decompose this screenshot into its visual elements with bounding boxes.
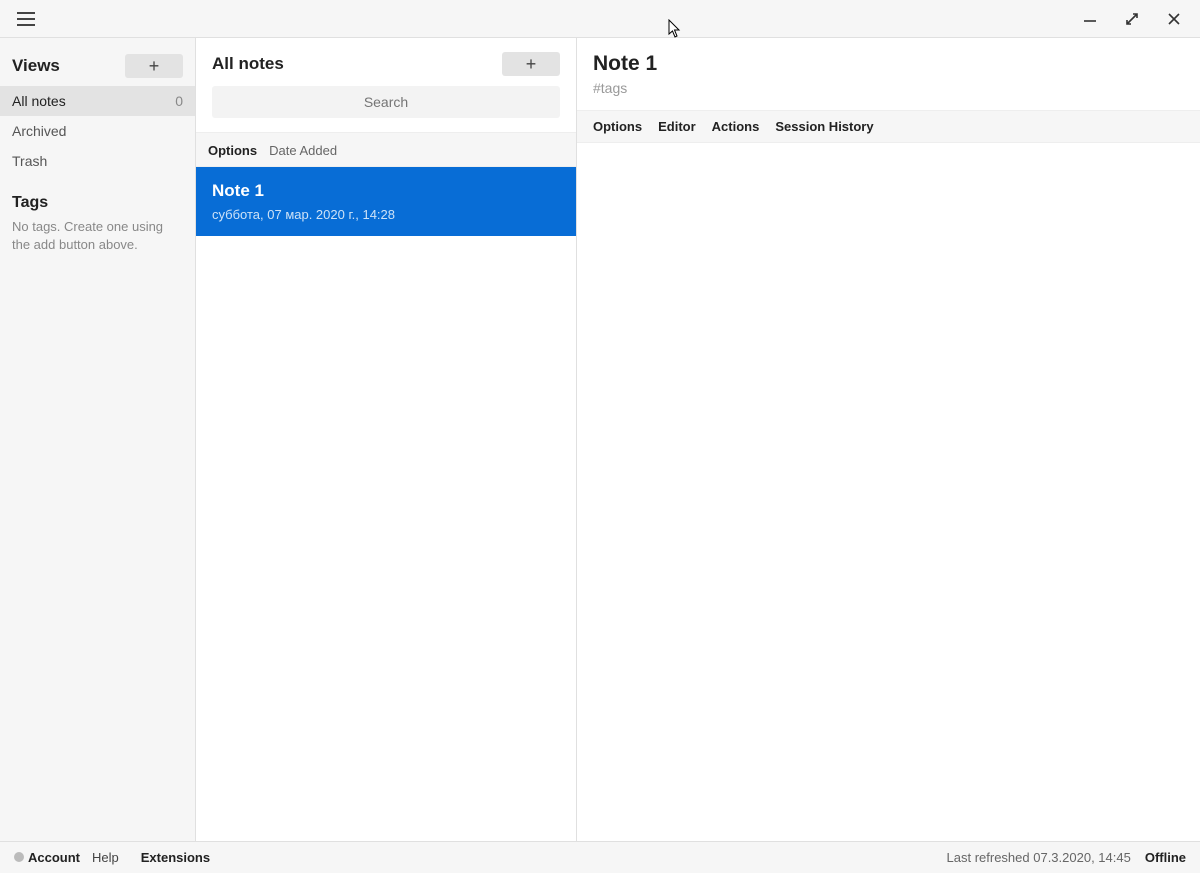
editor-toolbar: Options Editor Actions Session History: [577, 110, 1200, 143]
status-help[interactable]: Help: [92, 850, 119, 865]
search-input[interactable]: [212, 86, 560, 118]
close-icon[interactable]: [1162, 7, 1186, 31]
list-toolbar: Options Date Added: [196, 132, 576, 167]
statusbar: Account Help Extensions Last refreshed 0…: [0, 841, 1200, 873]
note-tags-input[interactable]: #tags: [593, 80, 1184, 96]
main: Views + All notes 0 Archived Trash Tags …: [0, 38, 1200, 841]
editor-tb-actions[interactable]: Actions: [712, 119, 760, 134]
statusbar-right: Last refreshed 07.3.2020, 14:45 Offline: [947, 850, 1186, 865]
list-options[interactable]: Options: [208, 143, 257, 158]
titlebar: [0, 0, 1200, 38]
status-extensions[interactable]: Extensions: [141, 850, 210, 865]
editor-panel: Note 1 #tags Options Editor Actions Sess…: [577, 38, 1200, 841]
notes-header: All notes +: [196, 38, 576, 118]
window-controls: [1078, 7, 1186, 31]
view-item-archived[interactable]: Archived: [0, 116, 195, 146]
notes-panel: All notes + Options Date Added Note 1 су…: [196, 38, 577, 841]
status-last-refreshed: Last refreshed 07.3.2020, 14:45: [947, 850, 1131, 865]
editor-tb-options[interactable]: Options: [593, 119, 642, 134]
plus-icon: +: [526, 55, 537, 73]
view-item-count: 0: [175, 93, 183, 109]
views-header: Views +: [0, 54, 195, 86]
view-item-label: Trash: [12, 153, 47, 169]
note-list-item-title: Note 1: [212, 181, 560, 201]
status-dot-icon: [14, 852, 24, 862]
sidebar: Views + All notes 0 Archived Trash Tags …: [0, 38, 196, 841]
status-account[interactable]: Account: [14, 850, 80, 865]
view-item-label: Archived: [12, 123, 66, 139]
add-note-button[interactable]: +: [502, 52, 560, 76]
view-item-all-notes[interactable]: All notes 0: [0, 86, 195, 116]
statusbar-left: Account Help Extensions: [14, 850, 210, 865]
note-title-input[interactable]: Note 1: [593, 52, 1184, 76]
hamburger-menu-icon[interactable]: [14, 7, 38, 31]
tags-label: Tags: [0, 176, 195, 216]
plus-icon: +: [149, 57, 160, 75]
list-sort[interactable]: Date Added: [269, 143, 337, 158]
maximize-icon[interactable]: [1120, 7, 1144, 31]
add-view-button[interactable]: +: [125, 54, 183, 78]
status-offline[interactable]: Offline: [1145, 850, 1186, 865]
editor-tb-session-history[interactable]: Session History: [775, 119, 873, 134]
editor-header: Note 1 #tags: [577, 38, 1200, 102]
note-list-item-date: суббота, 07 мар. 2020 г., 14:28: [212, 207, 560, 222]
note-list: Note 1 суббота, 07 мар. 2020 г., 14:28: [196, 167, 576, 841]
view-item-label: All notes: [12, 93, 66, 109]
editor-tb-editor[interactable]: Editor: [658, 119, 696, 134]
minimize-icon[interactable]: [1078, 7, 1102, 31]
note-body-editor[interactable]: [577, 143, 1200, 841]
note-list-item[interactable]: Note 1 суббота, 07 мар. 2020 г., 14:28: [196, 167, 576, 236]
tags-empty-text: No tags. Create one using the add button…: [0, 216, 195, 256]
view-item-trash[interactable]: Trash: [0, 146, 195, 176]
views-label: Views: [12, 56, 60, 76]
notes-panel-title: All notes: [212, 54, 284, 74]
